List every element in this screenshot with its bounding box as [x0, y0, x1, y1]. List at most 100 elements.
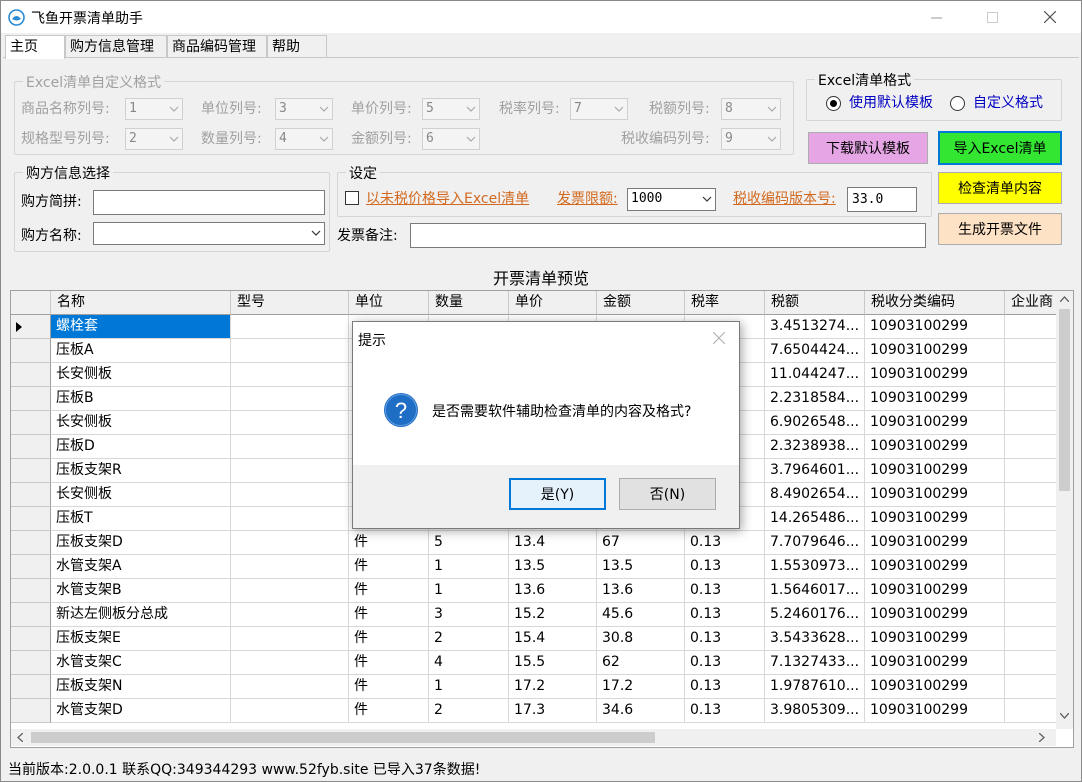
table-row[interactable]: 压板支架E 件 2 15.4 30.8 0.13 3.5433628... 109031002… [11, 627, 1073, 651]
cell-tax[interactable]: 2.3238938... [765, 435, 865, 459]
cell-amount[interactable]: 45.6 [597, 603, 685, 627]
yes-button[interactable]: 是(Y) [509, 478, 606, 510]
cell-tax[interactable]: 11.044247... [765, 363, 865, 387]
row-header[interactable] [11, 603, 51, 627]
cell-price[interactable]: 15.5 [509, 651, 597, 675]
cell-model[interactable] [231, 387, 349, 411]
cell-model[interactable] [231, 555, 349, 579]
cell-taxcode[interactable]: 10903100299 [865, 339, 1005, 363]
cell-amount[interactable]: 13.6 [597, 579, 685, 603]
cell-tax[interactable]: 5.2460176... [765, 603, 865, 627]
cell-amount[interactable]: 13.5 [597, 555, 685, 579]
tax-col-select[interactable]: 8 [721, 98, 781, 120]
column-header-amount[interactable]: 金额 [597, 291, 685, 315]
scroll-right-icon[interactable] [1039, 733, 1045, 742]
row-header[interactable] [11, 579, 51, 603]
cell-price[interactable]: 17.3 [509, 699, 597, 723]
taxrate-col-select[interactable]: 7 [570, 98, 628, 120]
cell-taxrate[interactable]: 0.13 [685, 555, 765, 579]
generate-file-button[interactable]: 生成开票文件 [938, 213, 1062, 245]
cell-amount[interactable]: 67 [597, 531, 685, 555]
download-template-button[interactable]: 下载默认模板 [808, 132, 928, 164]
cell-taxcode[interactable]: 10903100299 [865, 603, 1005, 627]
default-template-radio[interactable] [826, 96, 841, 111]
column-header-qty[interactable]: 数量 [429, 291, 509, 315]
no-button[interactable]: 否(N) [619, 478, 716, 510]
cell-model[interactable] [231, 579, 349, 603]
table-row[interactable]: 水管支架C 件 4 15.5 62 0.13 7.1327433... 10903100299 [11, 651, 1073, 675]
cell-model[interactable] [231, 675, 349, 699]
cell-name[interactable]: 新达左侧板分总成 [51, 603, 231, 627]
row-header[interactable] [11, 483, 51, 507]
horizontal-scroll-thumb[interactable] [31, 732, 655, 743]
cell-name[interactable]: 压板支架N [51, 675, 231, 699]
cell-tax[interactable]: 3.4513274... [765, 315, 865, 339]
code-version-input[interactable] [847, 187, 917, 212]
cell-taxcode[interactable]: 10903100299 [865, 555, 1005, 579]
cell-name[interactable]: 压板D [51, 435, 231, 459]
cell-unit[interactable]: 件 [349, 531, 429, 555]
cell-amount[interactable]: 34.6 [597, 699, 685, 723]
cell-tax[interactable]: 7.6504424... [765, 339, 865, 363]
cell-tax[interactable]: 1.5646017... [765, 579, 865, 603]
cell-price[interactable]: 15.2 [509, 603, 597, 627]
cell-price[interactable]: 13.4 [509, 531, 597, 555]
cell-model[interactable] [231, 483, 349, 507]
cell-name[interactable]: 压板支架D [51, 531, 231, 555]
cell-name[interactable]: 压板T [51, 507, 231, 531]
table-row[interactable]: 压板支架D 件 5 13.4 67 0.13 7.7079646... 10903100299 [11, 531, 1073, 555]
cell-model[interactable] [231, 651, 349, 675]
cell-qty[interactable]: 2 [429, 627, 509, 651]
default-template-label[interactable]: 使用默认模板 [849, 93, 933, 113]
cell-taxcode[interactable]: 10903100299 [865, 579, 1005, 603]
amount-col-select[interactable]: 6 [422, 128, 480, 150]
price-col-select[interactable]: 5 [422, 98, 480, 120]
cell-tax[interactable]: 3.5433628... [765, 627, 865, 651]
cell-unit[interactable]: 件 [349, 555, 429, 579]
code-version-label[interactable]: 税收编码版本号: [733, 189, 836, 209]
cell-taxrate[interactable]: 0.13 [685, 627, 765, 651]
row-header[interactable] [11, 675, 51, 699]
cell-taxcode[interactable]: 10903100299 [865, 411, 1005, 435]
cell-model[interactable] [231, 363, 349, 387]
untaxed-price-label[interactable]: 以未税价格导入Excel清单 [366, 189, 529, 209]
custom-format-label[interactable]: 自定义格式 [973, 93, 1043, 113]
row-header[interactable] [11, 435, 51, 459]
cell-name[interactable]: 压板A [51, 339, 231, 363]
row-header[interactable] [11, 651, 51, 675]
cell-taxcode[interactable]: 10903100299 [865, 675, 1005, 699]
row-header[interactable] [11, 507, 51, 531]
table-row[interactable]: 压板支架N 件 1 17.2 17.2 0.13 1.9787610... 109031002… [11, 675, 1073, 699]
maximize-button[interactable] [969, 1, 1015, 33]
cell-qty[interactable]: 1 [429, 675, 509, 699]
cell-model[interactable] [231, 339, 349, 363]
close-button[interactable] [1027, 1, 1073, 33]
remark-input[interactable] [410, 223, 926, 248]
table-row[interactable]: 水管支架D 件 2 17.3 34.6 0.13 3.9805309... 109031002… [11, 699, 1073, 723]
cell-name[interactable]: 长安侧板 [51, 363, 231, 387]
cell-model[interactable] [231, 507, 349, 531]
vertical-scroll-thumb[interactable] [1059, 309, 1070, 491]
cell-tax[interactable]: 7.1327433... [765, 651, 865, 675]
cell-model[interactable] [231, 699, 349, 723]
cell-qty[interactable]: 3 [429, 603, 509, 627]
vertical-scrollbar[interactable] [1056, 291, 1073, 729]
custom-format-radio[interactable] [950, 96, 965, 111]
cell-tax[interactable]: 8.4902654... [765, 483, 865, 507]
row-header[interactable] [11, 363, 51, 387]
cell-amount[interactable]: 17.2 [597, 675, 685, 699]
cell-taxcode[interactable]: 10903100299 [865, 459, 1005, 483]
invoice-limit-label[interactable]: 发票限额: [557, 189, 618, 209]
minimize-button[interactable] [913, 1, 959, 33]
cell-taxrate[interactable]: 0.13 [685, 531, 765, 555]
cell-name[interactable]: 压板支架R [51, 459, 231, 483]
table-row[interactable]: 新达左侧板分总成 件 3 15.2 45.6 0.13 5.2460176... 109031… [11, 603, 1073, 627]
cell-price[interactable]: 15.4 [509, 627, 597, 651]
tab-home[interactable]: 主页 [5, 35, 65, 59]
buyer-name-select[interactable] [93, 222, 325, 245]
cell-taxrate[interactable]: 0.13 [685, 699, 765, 723]
cell-qty[interactable]: 1 [429, 579, 509, 603]
unit-col-select[interactable]: 3 [275, 98, 333, 120]
cell-tax[interactable]: 3.7964601... [765, 459, 865, 483]
row-header[interactable] [11, 459, 51, 483]
